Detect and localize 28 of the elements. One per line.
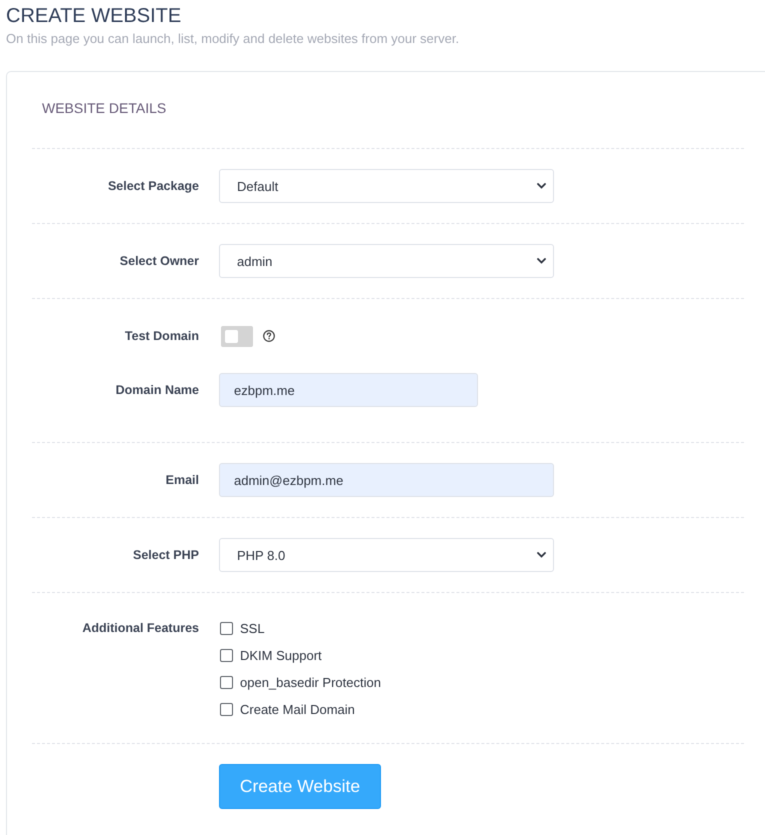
- checkbox[interactable]: [220, 649, 233, 662]
- field-label: Domain Name: [116, 382, 199, 399]
- page-title: CREATE WEBSITE: [6, 4, 182, 29]
- field-label: Test Domain: [124, 328, 199, 345]
- checkbox[interactable]: [220, 622, 233, 635]
- select-field[interactable]: Default: [219, 169, 554, 203]
- chevron-down-icon: [537, 258, 546, 264]
- chevron-down-icon: [537, 552, 546, 558]
- help-icon[interactable]: [263, 330, 275, 342]
- field-label: Select PHP: [132, 547, 199, 564]
- card-heading: WEBSITE DETAILS: [42, 99, 166, 118]
- select-field[interactable]: admin: [219, 244, 554, 278]
- field-label: Additional Features: [82, 620, 199, 637]
- input-field[interactable]: ezbpm.me: [219, 373, 478, 407]
- page-subtitle: On this page you can launch, list, modify and delete websites from your server.: [6, 31, 460, 47]
- field-label: Select Package: [108, 178, 199, 195]
- checkbox-label: Create Mail Domain: [240, 700, 355, 718]
- select-field[interactable]: PHP 8.0: [219, 538, 554, 572]
- field-label: Email: [166, 472, 199, 489]
- checkbox-label: DKIM Support: [240, 646, 322, 664]
- checkbox[interactable]: [220, 676, 233, 689]
- checkbox[interactable]: [220, 703, 233, 716]
- field-label: Select Owner: [120, 253, 199, 270]
- chevron-down-icon: [537, 183, 546, 189]
- checkbox-label: SSL: [240, 620, 265, 638]
- toggle-switch[interactable]: [221, 326, 253, 346]
- checkbox-label: open_basedir Protection: [240, 674, 381, 692]
- input-field[interactable]: admin@ezbpm.me: [219, 463, 554, 497]
